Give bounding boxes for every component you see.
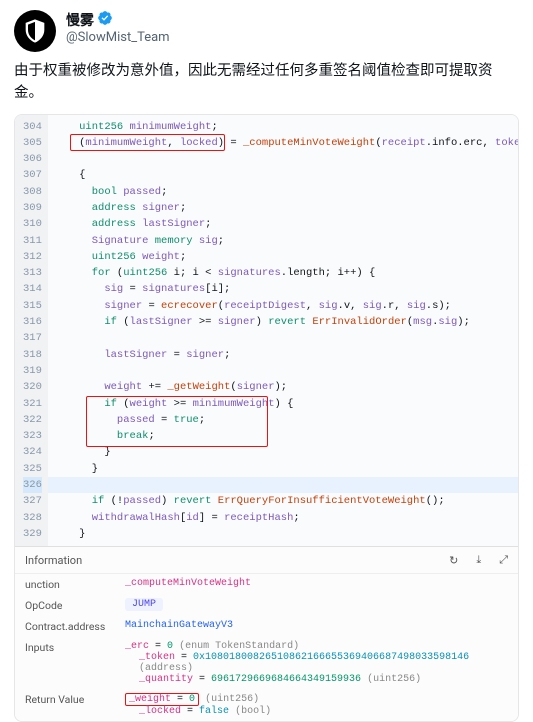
tweet-text: 由于权重被修改为意外值，因此无需经过任何多重签名阈值检查即可提取资金。 bbox=[0, 58, 533, 114]
shield-icon bbox=[21, 17, 49, 45]
download-icon[interactable]: ⤓ bbox=[476, 553, 481, 567]
info-tabs: Information ↻ ⤓ ⤢ bbox=[15, 547, 518, 574]
label-function: unction bbox=[25, 578, 125, 591]
refresh-icon[interactable]: ↻ bbox=[449, 554, 458, 567]
label-inputs: Inputs bbox=[25, 641, 125, 654]
display-name[interactable]: 慢雾 bbox=[66, 10, 94, 30]
label-opcode: OpCode bbox=[25, 599, 125, 612]
value-function: _computeMinVoteWeight bbox=[125, 578, 508, 589]
name-block: 慢雾 @SlowMist_Team bbox=[66, 10, 170, 45]
tab-information[interactable]: Information bbox=[25, 554, 82, 567]
label-contract: Contract.address bbox=[25, 620, 125, 633]
verified-badge-icon bbox=[97, 10, 113, 30]
code-lines: uint256 minimumWeight; (minimumWeight, l… bbox=[48, 115, 519, 547]
handle[interactable]: @SlowMist_Team bbox=[66, 30, 170, 45]
value-contract: MainchainGatewayV3 bbox=[125, 620, 508, 631]
debug-info-panel: Information ↻ ⤓ ⤢ unction _computeMinVot… bbox=[15, 546, 518, 721]
expand-icon[interactable]: ⤢ bbox=[499, 553, 508, 567]
return-block: _weight = 0 (uint256) _locked = false (b… bbox=[125, 693, 508, 717]
code-area: 3043053063073083093103113123133143153163… bbox=[15, 115, 518, 547]
line-number-gutter: 3043053063073083093103113123133143153163… bbox=[15, 115, 48, 547]
avatar[interactable] bbox=[14, 10, 56, 52]
value-opcode: JUMP bbox=[125, 598, 163, 611]
tweet-header: 慢雾 @SlowMist_Team bbox=[0, 0, 533, 58]
label-return: Return Value bbox=[25, 693, 125, 706]
code-panel: 3043053063073083093103113123133143153163… bbox=[14, 114, 519, 722]
inputs-block: _erc = 0 (enum TokenStandard) _token = 0… bbox=[125, 641, 508, 685]
